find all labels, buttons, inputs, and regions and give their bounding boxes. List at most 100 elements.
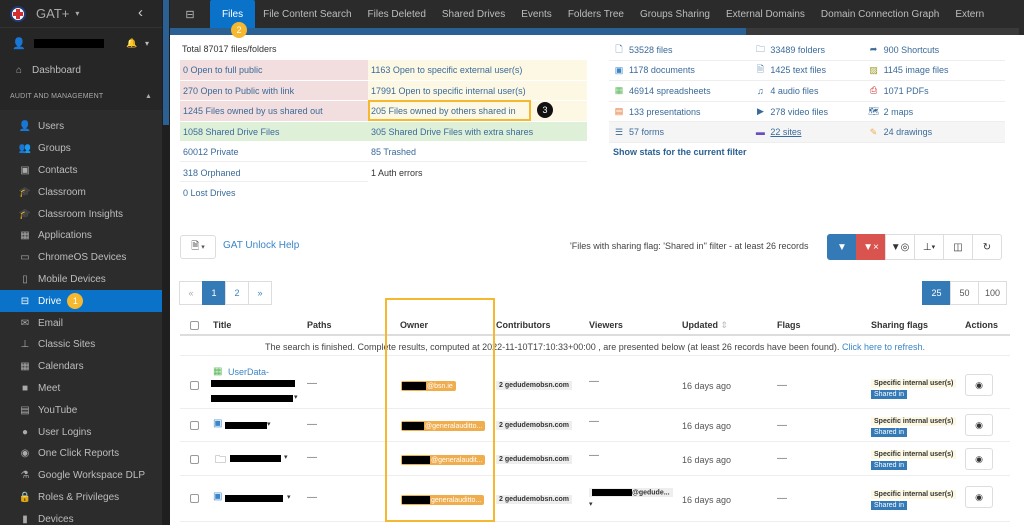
view-button[interactable]: ◉ [965,486,993,508]
caret-down-icon[interactable]: ▾ [267,420,271,428]
stat-shared-drive-extra[interactable]: 305 Shared Drive Files with extra shares [368,120,587,141]
col-viewers[interactable]: Viewers [589,320,623,330]
type-maps[interactable]: 🗺 2 maps [864,102,1005,122]
sidebar-item-youtube[interactable]: ▤ YouTube [0,399,162,421]
row-checkbox[interactable] [190,421,199,430]
type-image-files[interactable]: ▨ 1145 image files [864,61,1005,81]
columns-button[interactable]: ◫ [943,234,973,260]
col-sharing-flags[interactable]: Sharing flags [871,320,928,330]
page-2[interactable]: 2 [225,281,249,305]
type-pdfs[interactable]: ⎙ 1071 PDFs [864,81,1005,101]
contributors-tag[interactable]: 2 gedudemobsn.com [496,455,573,464]
contributors-tag[interactable]: 2 gedudemobsn.com [496,495,573,504]
type-forms[interactable]: ☰ 57 forms [609,122,750,142]
caret-down-icon[interactable]: ▾ [589,500,593,508]
bulk-actions-button[interactable]: ⊥ ▾ [914,234,944,260]
sidebar-item-classic-sites[interactable]: ⊥ Classic Sites [0,334,162,356]
caret-down-icon[interactable]: ▾ [287,493,291,501]
sidebar-item-groups[interactable]: 👥 Groups [0,138,162,160]
row-checkbox[interactable] [190,381,199,390]
redacted-title[interactable] [225,495,283,502]
collapse-sidebar-icon[interactable]: ‹ [138,4,143,21]
stat-trashed[interactable]: 85 Trashed [368,141,587,162]
view-button[interactable]: ◉ [965,374,993,396]
scrollbar-thumb[interactable] [163,0,169,125]
col-paths[interactable]: Paths [307,320,332,330]
type-text-files[interactable]: 🗎 1425 text files [750,61,863,81]
stat-shared-drive-files[interactable]: 1058 Shared Drive Files [180,120,368,141]
tab-scrollbar[interactable] [170,28,1024,35]
caret-down-icon[interactable]: ▾ [284,453,288,461]
user-menu-caret-icon[interactable]: ▾ [145,39,149,48]
col-title[interactable]: Title [213,320,231,330]
sidebar-item-roles-privileges[interactable]: 🔒 Roles & Privileges [0,487,162,509]
caret-down-icon[interactable]: ▾ [294,393,298,401]
stat-shared-out[interactable]: 1245 Files owned by us shared out [180,100,368,121]
gat-unlock-help-link[interactable]: GAT Unlock Help [223,240,299,251]
table-row[interactable]: ▣ ▾ — generalauditto... 2 gedudemobsn.co… [180,476,1010,522]
filter-button[interactable]: ▼ [827,234,857,260]
type-documents[interactable]: ▣ 1178 documents [609,61,750,81]
table-row[interactable]: ▣ ▾ — @generalauditto... 2 gedudemobsn.c… [180,409,1010,442]
stat-orphaned[interactable]: 318 Orphaned [180,161,368,182]
sidebar-item-chromeos-devices[interactable]: ▭ ChromeOS Devices [0,247,162,269]
sidebar-item-classroom[interactable]: 🎓 Classroom [0,181,162,203]
col-owner[interactable]: Owner [400,320,428,330]
stat-private[interactable]: 60012 Private [180,141,368,162]
page-prev[interactable]: « [179,281,203,305]
sidebar-item-classroom-insights[interactable]: 🎓 Classroom Insights [0,203,162,225]
tab-folders-tree[interactable]: Folders Tree [560,0,632,28]
type-sites[interactable]: ▬ 22 sites [750,122,863,142]
sidebar-scrollbar[interactable] [162,0,170,525]
bell-icon[interactable]: 🔔 [126,38,137,49]
type-shortcuts[interactable]: ➦ 900 Shortcuts [864,40,1005,60]
stat-specific-external[interactable]: 1163 Open to specific external user(s) [368,59,587,80]
view-button[interactable]: ◉ [965,448,993,470]
sidebar-item-user-logins[interactable]: ● User Logins [0,421,162,443]
redacted-title[interactable] [225,422,267,429]
sidebar-item-devices[interactable]: ▮ Devices [0,508,162,525]
col-flags[interactable]: Flags [777,320,801,330]
page-size-50[interactable]: 50 [950,281,979,305]
stat-lost-drives[interactable]: 0 Lost Drives [180,182,368,203]
viewer-tag[interactable]: @gedude... [589,488,673,498]
contributors-tag[interactable]: 2 gedudemobsn.com [496,421,573,430]
view-button[interactable]: ◉ [965,414,993,436]
sidebar-item-users[interactable]: 👤 Users [0,116,162,138]
type-folders[interactable]: 🗀 33489 folders [750,40,863,60]
row-checkbox[interactable] [190,455,199,464]
owner-tag[interactable]: @generalauditto... [401,421,486,431]
type-presentations[interactable]: ▤ 133 presentations [609,102,750,122]
select-all-checkbox[interactable] [190,321,199,330]
sidebar-item-email[interactable]: ✉ Email [0,312,162,334]
app-menu-caret-icon[interactable]: ▾ [75,9,79,18]
tab-shared-drives[interactable]: Shared Drives [434,0,513,28]
contributors-tag[interactable]: 2 gedudemobsn.com [496,381,573,390]
tab-external[interactable]: Extern [947,0,992,28]
app-name[interactable]: GAT+ [36,6,69,21]
stat-specific-internal[interactable]: 17991 Open to specific internal user(s) [368,79,587,100]
sidebar-item-drive[interactable]: ⊟ Drive 1 [0,290,162,313]
type-audio-files[interactable]: ♫ 4 audio files [750,81,863,101]
saved-filters-button[interactable]: ▼◎ [885,234,915,260]
type-spreadsheets[interactable]: ▦ 46914 spreadsheets [609,81,750,101]
file-title-link[interactable]: UserData- [228,367,269,377]
owner-tag[interactable]: @bsn.ie [401,381,456,391]
type-video-files[interactable]: ▶ 278 video files [750,102,863,122]
stat-full-public[interactable]: 0 Open to full public [180,59,368,80]
page-size-100[interactable]: 100 [978,281,1007,305]
sidebar-item-calendars[interactable]: ▦ Calendars [0,356,162,378]
stat-public-with-link[interactable]: 270 Open to Public with link [180,79,368,100]
refresh-link[interactable]: Click here to refresh. [842,342,925,352]
owner-tag[interactable]: @generalaudit... [401,455,486,465]
tab-domain-connection-graph[interactable]: Domain Connection Graph [813,0,947,28]
sidebar-item-applications[interactable]: ▦ Applications [0,225,162,247]
col-updated[interactable]: Updated ⇕ [682,320,728,331]
section-audit-management[interactable]: AUDIT AND MANAGEMENT ▲ [0,82,162,110]
page-1[interactable]: 1 [202,281,226,305]
tab-events[interactable]: Events [513,0,560,28]
redacted-username[interactable] [33,38,104,48]
tab-groups-sharing[interactable]: Groups Sharing [632,0,718,28]
refresh-button[interactable]: ↻ [972,234,1002,260]
sidebar-item-mobile-devices[interactable]: ▯ Mobile Devices [0,269,162,291]
